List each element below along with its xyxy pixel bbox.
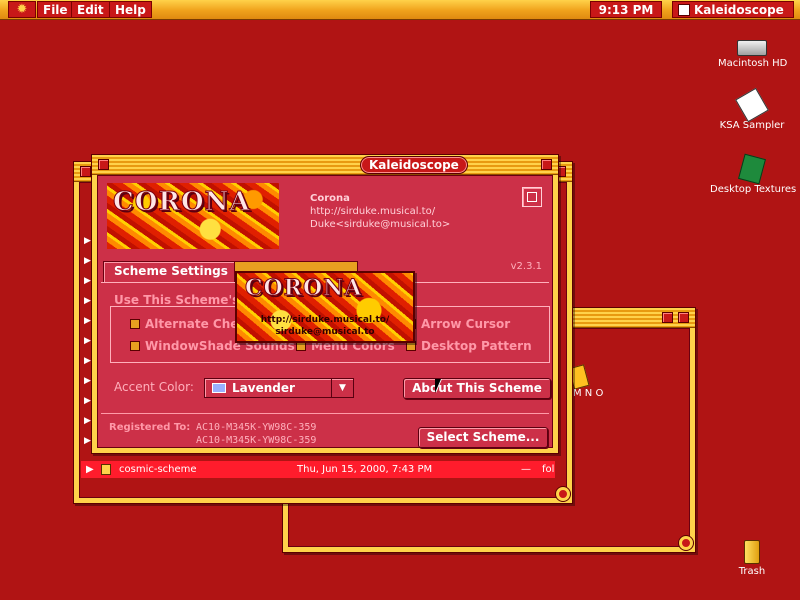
scheme-author: Duke<sirduke@musical.to> xyxy=(310,219,451,230)
checkbox-desktop-pattern[interactable]: Desktop Pattern xyxy=(406,339,532,353)
folder-label: M N O xyxy=(573,388,604,399)
application-menu[interactable]: Kaleidoscope xyxy=(672,1,794,18)
desktop-icon-label: Trash xyxy=(736,566,768,577)
desktop-icon-macintosh-hd[interactable]: Macintosh HD xyxy=(716,40,790,69)
accent-color-label: Accent Color: xyxy=(114,380,194,394)
about-splash: CORONA http://sirduke.musical.to/ sirduk… xyxy=(235,271,415,343)
banner-logo: CORONA xyxy=(113,187,251,218)
tab-scheme-settings[interactable]: Scheme Settings xyxy=(103,261,239,282)
file-name: cosmic-scheme xyxy=(119,464,197,475)
info-icon xyxy=(527,192,537,202)
accent-color-popup[interactable]: Lavender ▼ xyxy=(204,378,354,398)
disclosure-triangle-icon[interactable]: ▶ xyxy=(86,461,94,478)
checkbox-icon xyxy=(130,341,140,351)
about-this-scheme-button[interactable]: About This Scheme xyxy=(403,378,551,399)
desktop-icon-desktop-textures[interactable]: Desktop Textures xyxy=(708,153,799,195)
checkbox-label: Arrow Cursor xyxy=(421,317,511,331)
zoom-box-icon[interactable] xyxy=(662,312,673,323)
registration-code: AC10-M345K-YW98C-359 xyxy=(196,435,317,446)
grow-box-icon[interactable] xyxy=(679,536,693,550)
arrow-cursor-icon xyxy=(435,379,441,393)
table-row[interactable]: ▶ cosmic-scheme Thu, Jun 15, 2000, 7:43 … xyxy=(81,461,555,478)
checkbox-label: Desktop Pattern xyxy=(421,339,532,353)
desktop-icon-trash[interactable]: Trash xyxy=(730,540,774,577)
apple-menu-icon[interactable]: ✹ xyxy=(8,1,36,18)
splash-url: http://sirduke.musical.to/ xyxy=(260,315,390,325)
select-scheme-button[interactable]: Select Scheme... xyxy=(418,427,548,448)
trash-icon xyxy=(744,540,760,564)
version-label: v2.3.1 xyxy=(510,261,542,272)
scheme-name: Corona xyxy=(310,193,350,204)
divider xyxy=(101,413,549,414)
file-kind: fol xyxy=(542,464,555,475)
splash-logo: CORONA xyxy=(244,275,363,302)
menu-help[interactable]: Help xyxy=(109,1,152,18)
grow-box-icon[interactable] xyxy=(556,487,570,501)
file-size: — xyxy=(521,464,531,475)
document-icon xyxy=(735,87,769,123)
menu-file[interactable]: File xyxy=(37,1,74,18)
book-icon xyxy=(738,153,766,185)
collapse-box-icon[interactable] xyxy=(541,159,552,170)
menu-edit[interactable]: Edit xyxy=(71,1,110,18)
accent-color-value: Lavender xyxy=(232,381,295,395)
collapse-box-icon[interactable] xyxy=(678,312,689,323)
close-box-icon[interactable] xyxy=(80,166,91,177)
scheme-url: http://sirduke.musical.to/ xyxy=(310,206,436,217)
application-menu-label: Kaleidoscope xyxy=(694,3,784,17)
window-title: Kaleidoscope xyxy=(360,156,468,174)
registration-code: AC10-M345K-YW98C-359 xyxy=(196,422,317,433)
folder-icon xyxy=(101,464,111,475)
info-button[interactable] xyxy=(522,187,542,207)
application-icon xyxy=(678,4,690,16)
splash-email: sirduke@musical.to xyxy=(275,327,375,337)
chevron-down-icon: ▼ xyxy=(331,379,353,397)
desktop-icon-label: Desktop Textures xyxy=(708,184,799,195)
group-label: Use This Scheme's: xyxy=(114,293,245,307)
file-date: Thu, Jun 15, 2000, 7:43 PM xyxy=(297,464,433,475)
scheme-info: Corona http://sirduke.musical.to/ Duke<s… xyxy=(310,192,450,231)
desktop-icon-label: Macintosh HD xyxy=(716,58,790,69)
hard-drive-icon xyxy=(737,40,767,56)
menu-clock[interactable]: 9:13 PM xyxy=(590,1,662,18)
window-titlebar[interactable] xyxy=(92,155,558,175)
menu-bar: ✹ File Edit Help 9:13 PM Kaleidoscope xyxy=(0,0,800,20)
color-swatch-icon xyxy=(212,383,226,393)
desktop-icon-label: KSA Sampler xyxy=(717,120,787,131)
registered-to-label: Registered To: xyxy=(109,422,191,433)
checkbox-icon xyxy=(130,319,140,329)
scheme-banner: CORONA xyxy=(107,183,279,249)
close-box-icon[interactable] xyxy=(98,159,109,170)
checkbox-arrow-cursor[interactable]: Arrow Cursor xyxy=(406,317,510,331)
desktop-icon-ksa-sampler[interactable]: KSA Sampler xyxy=(716,87,788,131)
